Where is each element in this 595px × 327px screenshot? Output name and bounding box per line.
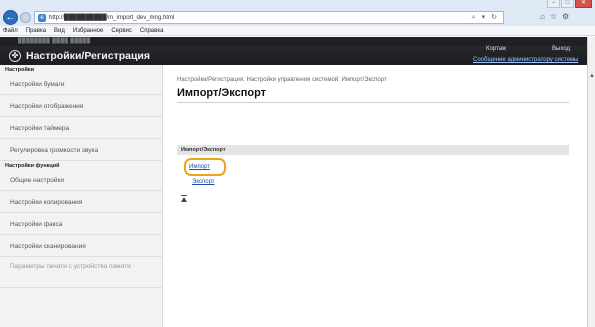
section-header: Импорт/Экспорт xyxy=(177,145,569,155)
gear-icon[interactable]: ⚙ xyxy=(562,12,569,21)
search-refresh-icons[interactable]: ⌕ ▾ ↻ xyxy=(472,13,499,22)
minimize-button[interactable]: − xyxy=(547,0,560,8)
forward-button[interactable]: → xyxy=(20,12,31,23)
sidebar-item-memory-print-settings[interactable]: Параметры печати с устройства памяти xyxy=(0,258,162,288)
favorites-star-icon[interactable]: ☆ xyxy=(550,12,557,21)
sidebar-item-paper-settings[interactable]: Настройки бумаги xyxy=(0,74,162,95)
title-divider xyxy=(177,102,569,103)
close-window-button[interactable]: ✕ xyxy=(575,0,592,8)
import-link[interactable]: Импорт xyxy=(189,164,210,170)
settings-logo-icon: ✤ xyxy=(9,50,21,62)
section-header-label: Импорт/Экспорт xyxy=(181,147,226,153)
menu-help[interactable]: Справка xyxy=(140,28,164,34)
menu-favorites[interactable]: Избранное xyxy=(73,28,103,34)
menu-bar: Файл Правка Вид Избранное Сервис Справка xyxy=(0,26,595,36)
import-link-highlight[interactable]: Импорт xyxy=(184,158,226,176)
sidebar-item-scan-settings[interactable]: Настройки сканирования xyxy=(0,236,162,257)
menu-edit[interactable]: Правка xyxy=(26,28,46,34)
sidebar-item-volume-control[interactable]: Регулировка громкости звука xyxy=(0,140,162,161)
vertical-scrollbar[interactable]: ▲ xyxy=(587,37,595,327)
breadcrumb: Настройки/Регистрация: Настройки управле… xyxy=(177,77,387,83)
back-button[interactable]: ← xyxy=(3,10,18,25)
window-controls: − □ ✕ xyxy=(547,0,592,9)
browser-toolbar: ⌂ ☆ ⚙ xyxy=(540,12,569,21)
mail-admin-link[interactable]: Сообщение администратору системы xyxy=(473,57,578,63)
user-link[interactable]: Кортаж xyxy=(486,46,506,52)
sidebar-item-timer-settings[interactable]: Настройки таймера xyxy=(0,118,162,139)
sidebar-heading-function-settings: Настройки функций xyxy=(5,163,60,169)
sidebar-item-fax-settings[interactable]: Настройки факса xyxy=(0,214,162,235)
sidebar-item-common-settings[interactable]: Общие настройки xyxy=(0,170,162,191)
maximize-button[interactable]: □ xyxy=(561,0,574,8)
menu-tools[interactable]: Сервис xyxy=(111,28,132,34)
sidebar-heading-settings: Настройки xyxy=(5,67,35,73)
home-icon[interactable]: ⌂ xyxy=(540,12,545,21)
sidebar-item-copy-settings[interactable]: Настройки копирования xyxy=(0,192,162,213)
menu-view[interactable]: Вид xyxy=(54,28,65,34)
sidebar-item-display-settings[interactable]: Настройки отображения xyxy=(0,96,162,117)
device-model-line: ████████ ████ █████ xyxy=(0,37,587,46)
export-link[interactable]: Экспорт xyxy=(192,179,215,185)
logout-link[interactable]: Выход xyxy=(552,46,570,52)
page-header-title: Настройки/Регистрация xyxy=(26,50,150,62)
browser-navbar: ← → e http://██████████/m_import_dev_mng… xyxy=(0,9,595,26)
browser-titlebar: − □ ✕ xyxy=(0,0,595,9)
address-bar[interactable]: e http://██████████/m_import_dev_mng.htm… xyxy=(34,11,504,24)
back-to-top-icon[interactable] xyxy=(181,195,187,203)
page-favicon-icon: e xyxy=(38,13,46,22)
scroll-up-arrow-icon[interactable]: ▲ xyxy=(588,72,595,80)
page-title: Импорт/Экспорт xyxy=(177,87,267,99)
menu-file[interactable]: Файл xyxy=(3,28,18,34)
sidebar: Настройки Настройки бумаги Настройки ото… xyxy=(0,65,163,327)
device-header: ████████ ████ █████ ✤ Настройки/Регистра… xyxy=(0,37,587,65)
url-text[interactable]: http://██████████/m_import_dev_mng.html xyxy=(49,15,174,21)
device-model-text: ████████ ████ █████ xyxy=(18,38,91,44)
